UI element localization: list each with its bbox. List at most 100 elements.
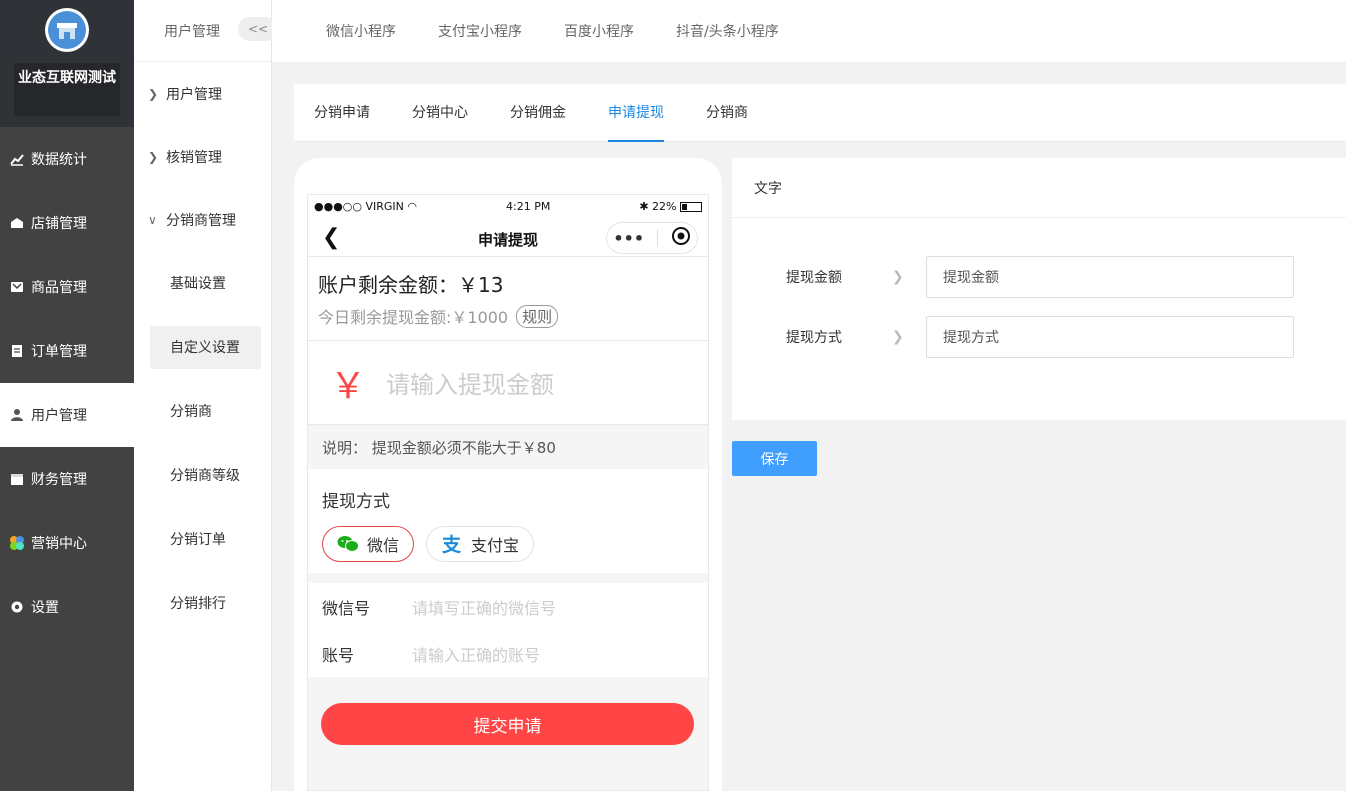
sidebar-item-finance[interactable]: 财务管理: [0, 447, 134, 511]
chevron-right-icon: ❯: [148, 149, 159, 164]
store-logo-icon: [45, 8, 89, 52]
form-label: 提现方式: [786, 330, 842, 346]
sidebar-item-orders[interactable]: 订单管理: [0, 319, 134, 383]
form-row-withdraw-method: 提现方式 ❯: [786, 316, 1346, 358]
sub-group-label: 分销商管理: [166, 212, 236, 229]
sub-leaf-basic-settings[interactable]: 基础设置: [134, 251, 271, 315]
panel-title: 文字: [732, 158, 1346, 218]
sub-group-label: 用户管理: [166, 86, 222, 103]
sidebar-item-goods[interactable]: 商品管理: [0, 255, 134, 319]
sidebar-item-store[interactable]: 店铺管理: [0, 191, 134, 255]
sub-group-user-mgmt[interactable]: ❯ 用户管理: [134, 62, 271, 125]
sidebar-item-label: 店铺管理: [31, 216, 87, 232]
main-sidebar: 业态互联网测试 数据统计 店铺管理 商品管理 订单管理 用户管理 财务管理 营销…: [0, 0, 134, 791]
tab-withdraw-apply[interactable]: 申请提现: [608, 83, 664, 142]
sub-sidebar-header: 用户管理 <<: [134, 0, 278, 62]
today-limit-text: 今日剩余提现金额:￥1000: [318, 308, 509, 327]
withdraw-amount-text-input[interactable]: [926, 256, 1294, 298]
close-target-icon[interactable]: [671, 226, 691, 250]
sub-leaf-distributor-levels[interactable]: 分销商等级: [134, 443, 271, 507]
phone-navbar: ❮ 申请提现 •••: [308, 217, 708, 257]
sub-leaf-label: 自定义设置: [170, 340, 240, 356]
submit-apply-button[interactable]: 提交申请: [321, 703, 694, 745]
amount-input-row[interactable]: ￥ 请输入提现金额: [308, 341, 708, 425]
alipay-icon: 支: [441, 534, 463, 554]
sub-leaf-label: 分销排行: [170, 596, 226, 612]
sub-leaf-distributors[interactable]: 分销商: [134, 379, 271, 443]
goods-icon: [9, 279, 25, 295]
option-wechat[interactable]: 微信: [322, 526, 415, 562]
sidebar-item-label: 数据统计: [31, 152, 87, 168]
account-field[interactable]: 账号 请输入正确的账号: [322, 630, 694, 677]
option-label: 支付宝: [471, 536, 520, 555]
sidebar-item-label: 用户管理: [31, 408, 87, 424]
brand-name: 业态互联网测试: [14, 63, 120, 116]
wechat-id-field[interactable]: 微信号 请填写正确的微信号: [322, 583, 694, 630]
form-label: 提现金额: [786, 270, 842, 286]
sub-sidebar: 用户管理 << ❯ 用户管理 ❯ 核销管理 ∨ 分销商管理 基础设置 自定义设置…: [134, 0, 278, 791]
tab-distribution-apply[interactable]: 分销申请: [314, 83, 370, 141]
sub-leaf-distribution-ranking[interactable]: 分销排行: [134, 571, 271, 635]
tab-baidu-miniprogram[interactable]: 百度小程序: [564, 21, 634, 41]
capsule-divider: [656, 229, 658, 247]
sidebar-item-users[interactable]: 用户管理: [0, 383, 134, 447]
sidebar-item-label: 商品管理: [31, 280, 87, 296]
amount-input-placeholder: 请输入提现金额: [386, 371, 554, 399]
tab-douyin-miniprogram[interactable]: 抖音/头条小程序: [676, 21, 779, 41]
sub-group-label: 核销管理: [166, 149, 222, 166]
tab-distribution-center[interactable]: 分销中心: [412, 83, 468, 141]
sub-group-verify-mgmt[interactable]: ❯ 核销管理: [134, 125, 271, 188]
battery-icon: [679, 201, 702, 212]
sidebar-item-marketing[interactable]: 营销中心: [0, 511, 134, 575]
sidebar-item-settings[interactable]: 设置: [0, 575, 134, 639]
save-button[interactable]: 保存: [732, 441, 817, 476]
svg-text:支: 支: [441, 534, 462, 554]
wechat-icon: [337, 535, 359, 553]
field-label: 账号: [322, 645, 355, 665]
sub-leaf-distribution-orders[interactable]: 分销订单: [134, 507, 271, 571]
sidebar-item-stats[interactable]: 数据统计: [0, 127, 134, 191]
withdraw-method-options: 微信 支 支付宝: [322, 526, 694, 562]
account-balance: 账户剩余金额：￥13: [318, 273, 504, 297]
chevron-right-icon: ❯: [892, 269, 904, 285]
today-withdraw-limit: 今日剩余提现金额:￥1000 规则: [318, 304, 698, 328]
sidebar-item-label: 订单管理: [31, 344, 87, 360]
tab-alipay-miniprogram[interactable]: 支付宝小程序: [438, 21, 522, 41]
marketing-icon: [9, 535, 25, 551]
sub-group-distributor-mgmt[interactable]: ∨ 分销商管理: [134, 188, 271, 251]
option-alipay[interactable]: 支 支付宝: [426, 526, 535, 562]
withdraw-method-title: 提现方式: [322, 492, 390, 512]
bluetooth-icon: ✱: [639, 199, 649, 213]
sub-leaf-label: 基础设置: [170, 276, 226, 292]
yen-symbol: ￥: [330, 365, 367, 407]
tab-wechat-miniprogram[interactable]: 微信小程序: [326, 21, 396, 41]
sub-leaf-label: 分销商等级: [170, 468, 240, 484]
rule-badge[interactable]: 规则: [516, 304, 559, 328]
top-tab-bar: 微信小程序 支付宝小程序 百度小程序 抖音/头条小程序: [272, 0, 1346, 62]
more-dots-icon[interactable]: •••: [613, 229, 644, 248]
carrier-text: ●●●○○ VIRGIN: [314, 199, 404, 213]
field-label: 微信号: [322, 598, 371, 618]
carrier-label: ●●●○○ VIRGIN ◠: [314, 200, 417, 213]
withdraw-method-section: 提现方式 微信 支 支付宝: [308, 469, 708, 573]
chevron-right-icon: ❯: [892, 329, 904, 345]
tab-distribution-commission[interactable]: 分销佣金: [510, 83, 566, 141]
order-icon: [9, 343, 25, 359]
sidebar-item-label: 设置: [31, 600, 59, 616]
tab-distributors[interactable]: 分销商: [706, 83, 748, 141]
withdraw-method-text-input[interactable]: [926, 316, 1294, 358]
status-bar: ●●●○○ VIRGIN ◠ 4:21 PM ✱ 22%: [308, 195, 708, 217]
sub-leaf-active-pill: 自定义设置: [150, 325, 261, 369]
option-label: 微信: [367, 536, 400, 555]
chart-icon: [9, 151, 25, 167]
main-content: 分销申请 分销中心 分销佣金 申请提现 分销商 ●●●○○ VIRGIN ◠ 4…: [294, 84, 1346, 791]
sub-leaf-custom-settings[interactable]: 自定义设置: [134, 315, 271, 379]
sub-leaf-label: 分销订单: [170, 532, 226, 548]
chevron-down-icon: ∨: [148, 212, 157, 227]
user-icon: [9, 407, 25, 423]
distribution-subtabs: 分销申请 分销中心 分销佣金 申请提现 分销商: [294, 84, 1346, 142]
form-row-withdraw-amount: 提现金额 ❯: [786, 256, 1346, 298]
field-placeholder: 请填写正确的微信号: [412, 598, 557, 618]
sidebar-item-label: 财务管理: [31, 472, 87, 488]
text-settings-panel: 文字 提现金额 ❯ 提现方式 ❯: [732, 158, 1346, 420]
